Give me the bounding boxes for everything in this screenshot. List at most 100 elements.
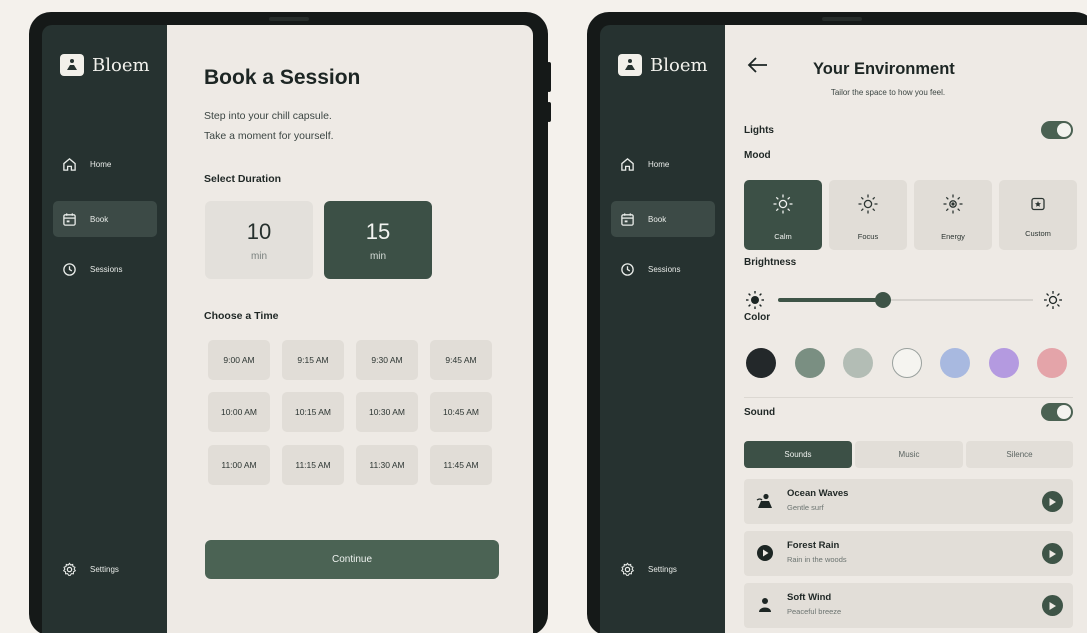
duration-option-10[interactable]: 10 min — [205, 201, 313, 279]
time-slot[interactable]: 11:45 AM — [430, 445, 492, 485]
play-button[interactable] — [1042, 595, 1063, 616]
mood-option-energy[interactable]: Energy — [914, 180, 992, 250]
sidebar: Bloem Home Book Sessions Settings — [42, 25, 167, 633]
color-swatch[interactable] — [794, 348, 825, 378]
app-logo[interactable]: Bloem — [60, 54, 150, 76]
time-slot[interactable]: 9:15 AM — [282, 340, 344, 380]
color-swatch[interactable] — [1037, 348, 1067, 378]
mood-option-focus[interactable]: Focus — [829, 180, 907, 250]
duration-unit: min — [250, 250, 268, 262]
color-swatch[interactable] — [746, 348, 776, 378]
nav-label: Home — [648, 159, 670, 169]
nav-label: Book — [90, 214, 109, 224]
time-slot[interactable]: 10:00 AM — [208, 392, 270, 432]
sun-icon — [857, 180, 879, 220]
nav-item-home[interactable]: Home — [611, 146, 715, 182]
sun-bold-icon — [942, 180, 964, 220]
nav-item-book[interactable]: Book — [53, 201, 157, 237]
color-swatch[interactable] — [843, 348, 873, 378]
sound-track-item[interactable]: Soft Wind Peaceful breeze — [744, 583, 1073, 628]
play-icon — [1049, 549, 1056, 558]
mood-option-custom[interactable]: Custom — [999, 180, 1077, 250]
time-slot[interactable]: 10:30 AM — [356, 392, 418, 432]
nav-item-sessions[interactable]: Sessions — [53, 251, 157, 287]
play-icon — [1049, 497, 1056, 506]
brightness-low-icon — [746, 291, 764, 309]
sound-toggle[interactable] — [1041, 403, 1073, 421]
wind-icon — [756, 596, 774, 619]
divider — [744, 397, 1073, 398]
mood-option-calm[interactable]: Calm — [744, 180, 822, 250]
lights-label: Lights — [744, 125, 774, 136]
mood-label: Calm — [774, 232, 792, 241]
mood-label: Mood — [744, 150, 771, 161]
continue-button[interactable]: Continue — [205, 540, 499, 579]
sun-icon — [772, 180, 794, 220]
nav-label: Settings — [648, 564, 677, 574]
logo-icon — [618, 54, 642, 76]
nav-item-book[interactable]: Book — [611, 201, 715, 237]
camera — [822, 17, 862, 21]
tablet-book-session: Bloem Home Book Sessions Settings Book a… — [29, 12, 551, 633]
book-session-panel: Book a Session Step into your chill caps… — [167, 25, 533, 633]
sound-tab-silence[interactable]: Silence — [966, 441, 1073, 468]
nav-item-settings[interactable]: Settings — [53, 551, 157, 587]
time-heading: Choose a Time — [204, 310, 279, 322]
time-slot[interactable]: 10:15 AM — [282, 392, 344, 432]
page-title: Book a Session — [204, 66, 361, 89]
home-icon — [63, 157, 76, 171]
track-title: Soft Wind — [787, 592, 832, 603]
sound-tab-sounds[interactable]: Sounds — [744, 441, 852, 468]
color-swatch[interactable] — [891, 348, 922, 378]
sound-track-item[interactable]: Forest Rain Rain in the woods — [744, 531, 1073, 576]
nav-label: Settings — [90, 564, 119, 574]
time-slot[interactable]: 11:15 AM — [282, 445, 344, 485]
nav-item-sessions[interactable]: Sessions — [611, 251, 715, 287]
brightness-label: Brightness — [744, 257, 797, 268]
time-slot[interactable]: 11:30 AM — [356, 445, 418, 485]
nav-label: Sessions — [90, 264, 123, 274]
duration-heading: Select Duration — [204, 173, 282, 185]
wave-icon — [756, 492, 774, 515]
mood-label: Focus — [857, 232, 879, 241]
nav-label: Sessions — [648, 264, 681, 274]
sidebar: Bloem Home Book Sessions Settings — [600, 25, 725, 633]
brightness-slider[interactable] — [778, 292, 1033, 308]
page-subtitle: Tailor the space to how you feel. — [830, 88, 946, 97]
hardware-button — [547, 62, 551, 92]
calendar-icon — [63, 212, 76, 226]
play-icon — [1049, 601, 1056, 610]
color-swatch[interactable] — [988, 348, 1019, 378]
color-label: Color — [744, 312, 771, 323]
mood-label: Custom — [1025, 229, 1051, 238]
app-name: Bloem — [92, 54, 150, 76]
time-slot[interactable]: 9:30 AM — [356, 340, 418, 380]
play-button[interactable] — [1042, 543, 1063, 564]
back-arrow-icon[interactable] — [747, 56, 769, 74]
lights-toggle[interactable] — [1041, 121, 1073, 139]
calendar-icon — [621, 212, 634, 226]
brightness-handle[interactable] — [874, 292, 891, 308]
track-subtitle: Rain in the woods — [787, 555, 847, 564]
time-slot[interactable]: 10:45 AM — [430, 392, 492, 432]
time-slot[interactable]: 9:45 AM — [430, 340, 492, 380]
nav-item-home[interactable]: Home — [53, 146, 157, 182]
time-slot[interactable]: 9:00 AM — [208, 340, 270, 380]
nav-label: Book — [648, 214, 667, 224]
duration-option-15[interactable]: 15 min — [324, 201, 432, 279]
rain-icon — [756, 544, 774, 567]
hardware-button — [547, 102, 551, 122]
duration-value: 10 — [246, 218, 272, 244]
subtitle-line: Step into your chill capsule. — [204, 110, 332, 122]
nav-item-settings[interactable]: Settings — [611, 551, 715, 587]
sound-tab-music[interactable]: Music — [855, 441, 963, 468]
camera — [268, 17, 309, 21]
brightness-high-icon — [1044, 291, 1062, 309]
logo-icon — [60, 54, 84, 76]
time-slot[interactable]: 11:00 AM — [208, 445, 270, 485]
sound-track-item[interactable]: Ocean Waves Gentle surf — [744, 479, 1073, 524]
color-swatch[interactable] — [940, 348, 970, 378]
subtitle-line: Take a moment for yourself. — [204, 130, 334, 142]
play-button[interactable] — [1042, 491, 1063, 512]
app-logo[interactable]: Bloem — [618, 54, 708, 76]
